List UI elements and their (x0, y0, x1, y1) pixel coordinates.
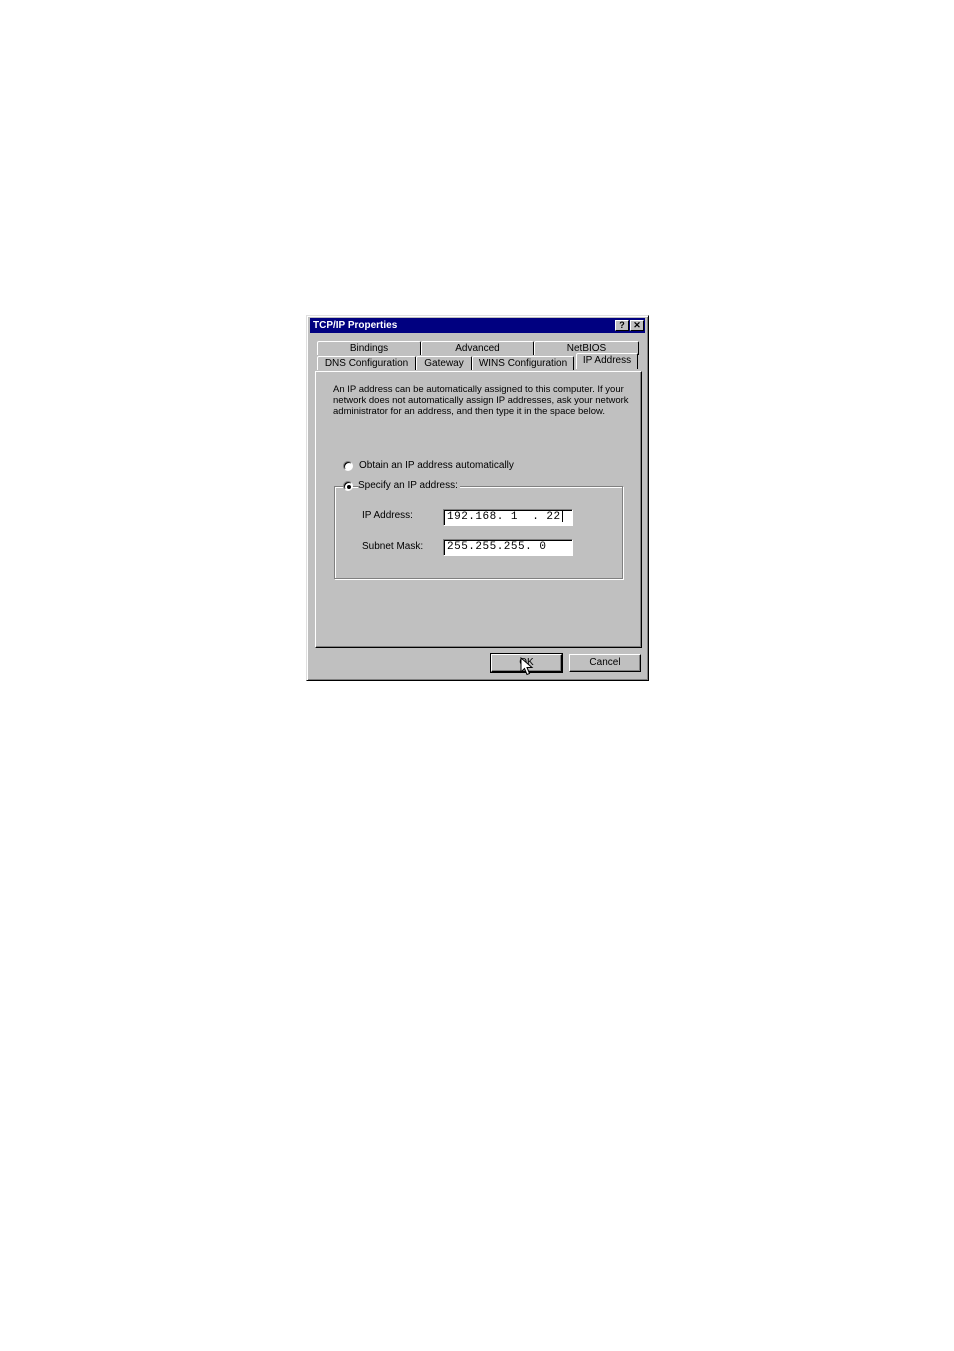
help-icon: ? (619, 320, 625, 330)
ip-address-value: 192.168. 1 . 22 (447, 511, 561, 523)
obtain-auto-radio[interactable] (343, 461, 353, 471)
tab-label: IP Address (582, 355, 632, 366)
ip-address-field[interactable]: 192.168. 1 . 22 (443, 509, 573, 526)
title-bar: TCP/IP Properties ? ✕ (310, 318, 645, 333)
tcpip-properties-dialog: TCP/IP Properties ? ✕ Bindings Advanced … (306, 315, 649, 681)
ip-address-label: IP Address: (362, 510, 413, 521)
tab-wins-configuration[interactable]: WINS Configuration (472, 356, 574, 370)
description-text: An IP address can be automatically assig… (333, 384, 629, 417)
close-icon: ✕ (633, 320, 641, 330)
tab-label: DNS Configuration (324, 358, 409, 369)
tab-gateway[interactable]: Gateway (416, 356, 472, 370)
mouse-cursor-icon (520, 657, 534, 676)
subnet-mask-value: 255.255.255. 0 (447, 541, 547, 553)
specify-ip-label[interactable]: Specify an IP address: (358, 480, 460, 491)
radio-selected-dot (347, 485, 351, 489)
specify-ip-radio[interactable] (343, 481, 353, 491)
tab-dns-configuration[interactable]: DNS Configuration (317, 356, 416, 370)
window-title: TCP/IP Properties (313, 320, 398, 331)
tab-label: Gateway (424, 358, 464, 369)
obtain-auto-label[interactable]: Obtain an IP address automatically (359, 460, 514, 471)
cancel-button[interactable]: Cancel (569, 654, 641, 672)
subnet-mask-label: Subnet Mask: (362, 541, 424, 552)
text-caret (561, 510, 563, 523)
help-button[interactable]: ? (615, 320, 629, 331)
cancel-label: Cancel (589, 657, 621, 668)
tab-label: Bindings (349, 343, 389, 354)
specify-ip-groupbox (334, 486, 623, 579)
tab-advanced[interactable]: Advanced (421, 341, 534, 355)
close-button[interactable]: ✕ (630, 320, 644, 331)
tab-bindings[interactable]: Bindings (317, 341, 421, 355)
tab-label: Advanced (455, 343, 500, 354)
subnet-mask-field[interactable]: 255.255.255. 0 (443, 539, 573, 556)
tab-ip-address[interactable]: IP Address (576, 353, 638, 369)
tab-label: WINS Configuration (478, 358, 568, 369)
